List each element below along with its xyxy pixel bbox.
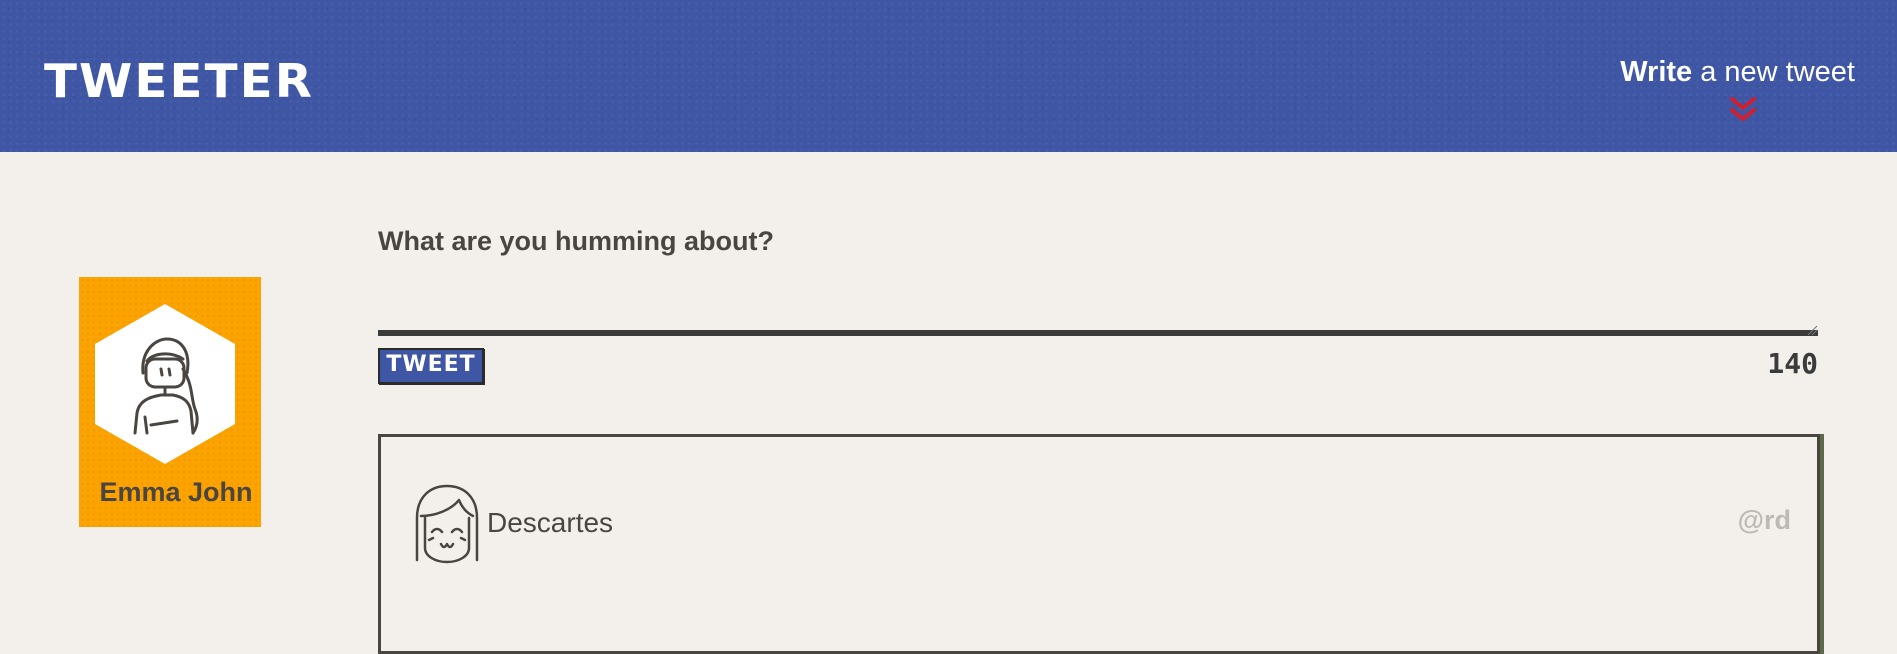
- double-chevron-down-icon[interactable]: [1728, 96, 1758, 124]
- girl-face-avatar-icon: [415, 484, 479, 564]
- tweet-textarea[interactable]: [378, 276, 1818, 336]
- woman-avatar-icon: [133, 337, 199, 435]
- tweet-submit-button[interactable]: TWEET: [378, 348, 484, 384]
- top-nav: TWEETER Write a new tweet: [0, 0, 1897, 152]
- compose-link-rest: a new tweet: [1692, 56, 1855, 88]
- tweet-author-handle: @rd: [1737, 505, 1791, 535]
- char-counter: 140: [1767, 347, 1818, 380]
- brand-logo[interactable]: TWEETER: [44, 58, 314, 104]
- compose-link-bold: Write: [1620, 56, 1693, 88]
- tweet-author-name: Descartes: [487, 507, 614, 538]
- profile-name: Emma John: [99, 477, 253, 507]
- resize-handle-icon[interactable]: [1806, 324, 1818, 336]
- tweet-card: Descartes @rd: [378, 434, 1820, 654]
- profile-card: Emma John: [79, 277, 261, 527]
- write-new-tweet-link[interactable]: Write a new tweet: [1620, 58, 1855, 87]
- tweet-prompt-label: What are you humming about?: [378, 226, 774, 256]
- new-tweet-form: What are you humming about? TWEET 140: [378, 226, 1818, 384]
